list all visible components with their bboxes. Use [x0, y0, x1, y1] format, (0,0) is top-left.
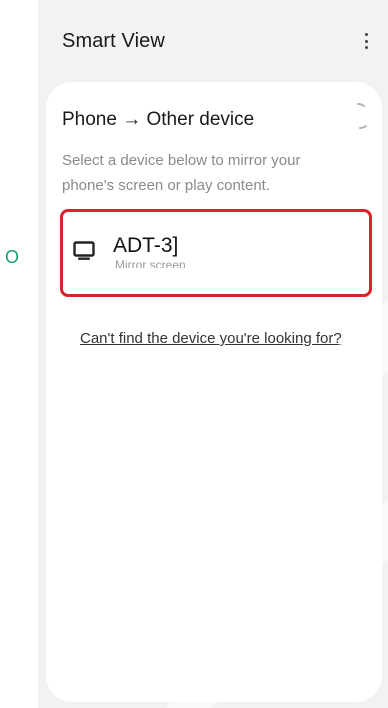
device-name: ADT-3]	[113, 234, 179, 257]
menu-dot	[364, 39, 368, 43]
device-item-adt3[interactable]: ADT-3] Mirror screen	[60, 209, 372, 297]
app-header: Smart View	[38, 0, 388, 80]
panel-title: Phone → Other device	[62, 109, 255, 130]
page-title: Smart View	[62, 30, 165, 52]
device-subtitle: Mirror screen	[115, 258, 186, 268]
tv-icon	[73, 241, 95, 260]
margin-annotation: O	[5, 247, 20, 267]
help-link[interactable]: Can't find the device you're looking for…	[80, 330, 342, 347]
device-panel: Phone → Other device Select a device bel…	[46, 82, 382, 702]
panel-description: Select a device below to mirror your pho…	[62, 152, 301, 194]
page: O Smart View Phone → Other device Select…	[0, 0, 388, 708]
loading-spinner-icon	[357, 103, 367, 129]
menu-dot	[364, 46, 368, 49]
phone-screen: Smart View Phone → Other device Select a…	[38, 0, 388, 708]
more-vertical-icon[interactable]	[360, 29, 372, 53]
menu-dot	[364, 33, 368, 36]
